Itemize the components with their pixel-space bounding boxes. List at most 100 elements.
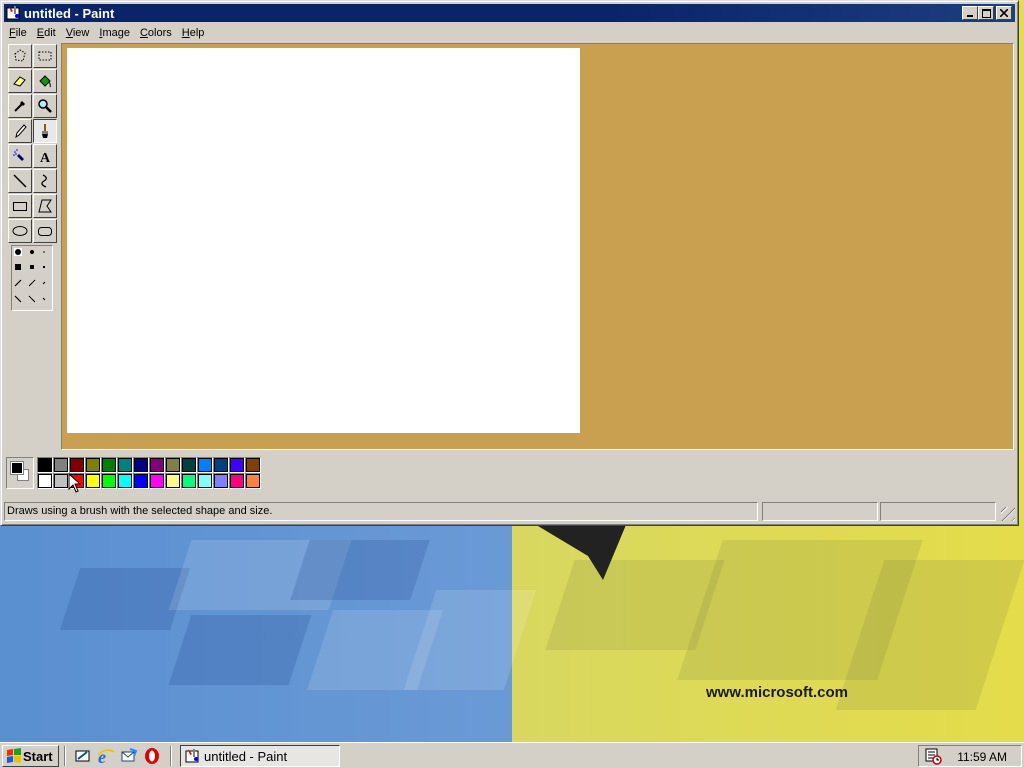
- palette-swatch-color: [118, 474, 132, 488]
- opera-icon[interactable]: [143, 747, 161, 765]
- menu-colors[interactable]: Colors: [135, 27, 177, 39]
- status-message: Draws using a brush with the selected sh…: [4, 502, 758, 521]
- palette-swatch[interactable]: [229, 457, 245, 473]
- close-icon: [1000, 9, 1008, 17]
- taskbar-button-paint[interactable]: untitled - Paint: [180, 745, 340, 767]
- palette-swatch-color: [150, 458, 164, 472]
- palette-swatch[interactable]: [213, 473, 229, 489]
- palette-swatch-color: [38, 474, 52, 488]
- polygon-icon: [38, 199, 52, 213]
- palette-swatch-color: [54, 458, 68, 472]
- tool-pick-color[interactable]: [8, 94, 32, 118]
- palette-swatch[interactable]: [37, 457, 53, 473]
- menu-file[interactable]: File: [4, 27, 32, 39]
- palette-swatch[interactable]: [197, 473, 213, 489]
- curve-icon: [41, 174, 47, 188]
- palette-swatch[interactable]: [213, 457, 229, 473]
- palette-swatch[interactable]: [133, 457, 149, 473]
- palette-swatch[interactable]: [245, 457, 261, 473]
- show-desktop-icon[interactable]: [74, 747, 92, 765]
- menu-image[interactable]: Image: [94, 27, 135, 39]
- palette-swatch[interactable]: [181, 457, 197, 473]
- tool-brush[interactable]: [33, 119, 57, 143]
- palette-swatch[interactable]: [101, 457, 117, 473]
- tool-ellipse[interactable]: [8, 219, 32, 243]
- magnifier-icon: [38, 99, 52, 113]
- palette-swatch[interactable]: [117, 457, 133, 473]
- tool-magnifier[interactable]: [33, 94, 57, 118]
- color-palette: [4, 453, 1015, 495]
- palette-swatch-color: [38, 458, 52, 472]
- palette-swatch-color: [246, 458, 260, 472]
- tool-pencil[interactable]: [8, 119, 32, 143]
- palette-swatch[interactable]: [149, 457, 165, 473]
- title-bar[interactable]: untitled - Paint: [4, 4, 1015, 22]
- close-button[interactable]: [996, 6, 1012, 20]
- palette-swatch-color: [166, 474, 180, 488]
- palette-swatch-color: [102, 458, 116, 472]
- svg-text:e: e: [98, 747, 106, 765]
- eyedropper-icon: [14, 101, 25, 112]
- menu-bar: File Edit View Image Colors Help: [4, 24, 209, 42]
- window-title: untitled - Paint: [24, 5, 115, 21]
- palette-swatch-color: [230, 458, 244, 472]
- palette-swatch[interactable]: [133, 473, 149, 489]
- tool-eraser[interactable]: [8, 69, 32, 93]
- palette-swatch[interactable]: [165, 473, 181, 489]
- palette-swatch[interactable]: [245, 473, 261, 489]
- palette-swatch[interactable]: [181, 473, 197, 489]
- palette-swatch[interactable]: [165, 457, 181, 473]
- palette-swatch-color: [54, 474, 68, 488]
- scheduled-tasks-icon[interactable]: [924, 747, 942, 765]
- tool-curve[interactable]: [33, 169, 57, 193]
- internet-explorer-icon[interactable]: e: [97, 747, 115, 765]
- tool-free-form-select[interactable]: [8, 44, 32, 68]
- tool-select[interactable]: [33, 44, 57, 68]
- tool-polygon[interactable]: [33, 194, 57, 218]
- tool-fill-with-color[interactable]: [33, 69, 57, 93]
- palette-swatch[interactable]: [37, 473, 53, 489]
- palette-swatch-color: [134, 458, 148, 472]
- resize-grip[interactable]: [1001, 507, 1015, 521]
- mouse-cursor-icon: [68, 473, 82, 493]
- status-bar: Draws using a brush with the selected sh…: [4, 501, 1015, 521]
- tool-rectangle[interactable]: [8, 194, 32, 218]
- menu-view[interactable]: View: [61, 27, 95, 39]
- canvas-workspace[interactable]: [61, 43, 1014, 450]
- tool-rounded-rectangle[interactable]: [33, 219, 57, 243]
- menu-help[interactable]: Help: [177, 27, 210, 39]
- menu-edit[interactable]: Edit: [32, 27, 61, 39]
- palette-swatch[interactable]: [229, 473, 245, 489]
- maximize-icon: [981, 8, 991, 18]
- palette-swatch[interactable]: [53, 457, 69, 473]
- brush-shape-options[interactable]: [11, 245, 53, 311]
- paint-app-icon[interactable]: [6, 5, 22, 21]
- palette-swatch[interactable]: [85, 457, 101, 473]
- palette-swatch[interactable]: [149, 473, 165, 489]
- system-tray: 11:59 AM: [918, 745, 1022, 767]
- palette-swatch-color: [86, 474, 100, 488]
- maximize-button[interactable]: [978, 6, 994, 20]
- palette-swatch[interactable]: [53, 473, 69, 489]
- palette-swatch[interactable]: [101, 473, 117, 489]
- palette-swatch-color: [70, 458, 84, 472]
- drawing-canvas[interactable]: [67, 48, 580, 433]
- tool-line[interactable]: [8, 169, 32, 193]
- palette-swatch[interactable]: [85, 473, 101, 489]
- palette-swatch[interactable]: [69, 457, 85, 473]
- tool-airbrush[interactable]: [8, 144, 32, 168]
- airbrush-icon: [13, 149, 24, 161]
- text-icon: A: [40, 151, 51, 164]
- pencil-icon: [15, 124, 27, 139]
- minimize-button[interactable]: [962, 6, 978, 20]
- palette-swatch-color: [246, 474, 260, 488]
- start-button[interactable]: Start: [2, 745, 59, 767]
- palette-swatch[interactable]: [197, 457, 213, 473]
- palette-swatch-color: [182, 458, 196, 472]
- toolbox: A: [5, 44, 59, 450]
- clock[interactable]: 11:59 AM: [957, 750, 1007, 764]
- palette-swatch-color: [214, 474, 228, 488]
- palette-swatch[interactable]: [117, 473, 133, 489]
- outlook-express-icon[interactable]: [120, 747, 138, 765]
- tool-text[interactable]: A: [33, 144, 57, 168]
